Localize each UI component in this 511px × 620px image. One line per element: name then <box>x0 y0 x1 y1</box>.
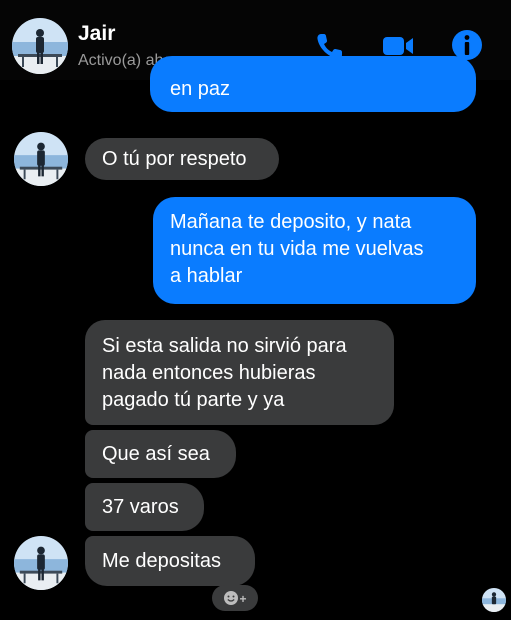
add-reaction-button[interactable]: + <box>212 585 258 611</box>
message-text: 37 varos <box>102 496 179 518</box>
message-text: Que así sea <box>102 443 210 465</box>
contact-avatar[interactable] <box>12 18 68 74</box>
message-text: O tú por respeto <box>102 148 247 170</box>
avatar-image <box>12 18 68 74</box>
incoming-message-bubble[interactable]: Que así sea <box>85 430 236 478</box>
avatar-image <box>14 536 68 590</box>
plus-icon: + <box>239 592 247 606</box>
incoming-message-bubble[interactable]: Si esta salida no sirvió para nada enton… <box>85 320 394 425</box>
outgoing-message-bubble[interactable]: en paz <box>150 56 476 112</box>
message-text: en paz <box>170 78 231 100</box>
message-text-line: a hablar <box>170 265 243 287</box>
message-text-line: nunca en tu vida me vuelvas <box>170 238 424 260</box>
sender-avatar[interactable] <box>14 536 68 590</box>
smiley-icon <box>224 591 239 605</box>
incoming-message-bubble[interactable]: O tú por respeto <box>85 138 279 180</box>
message-text-line: pagado tú parte y ya <box>102 389 285 411</box>
seen-indicator-avatar <box>482 588 506 612</box>
message-text-line: Mañana te deposito, y nata <box>170 211 412 233</box>
sender-avatar[interactable] <box>14 132 68 186</box>
message-text-line: nada entonces hubieras <box>102 362 316 384</box>
outgoing-message-bubble[interactable]: Mañana te deposito, y nata nunca en tu v… <box>153 197 476 304</box>
incoming-message-bubble[interactable]: Me depositas <box>85 536 255 586</box>
message-text-line: Si esta salida no sirvió para <box>102 335 347 357</box>
avatar-image <box>482 588 506 612</box>
incoming-message-bubble[interactable]: 37 varos <box>85 483 204 531</box>
contact-name[interactable]: Jair <box>78 22 115 46</box>
avatar-image <box>14 132 68 186</box>
message-text: Me depositas <box>102 550 221 572</box>
